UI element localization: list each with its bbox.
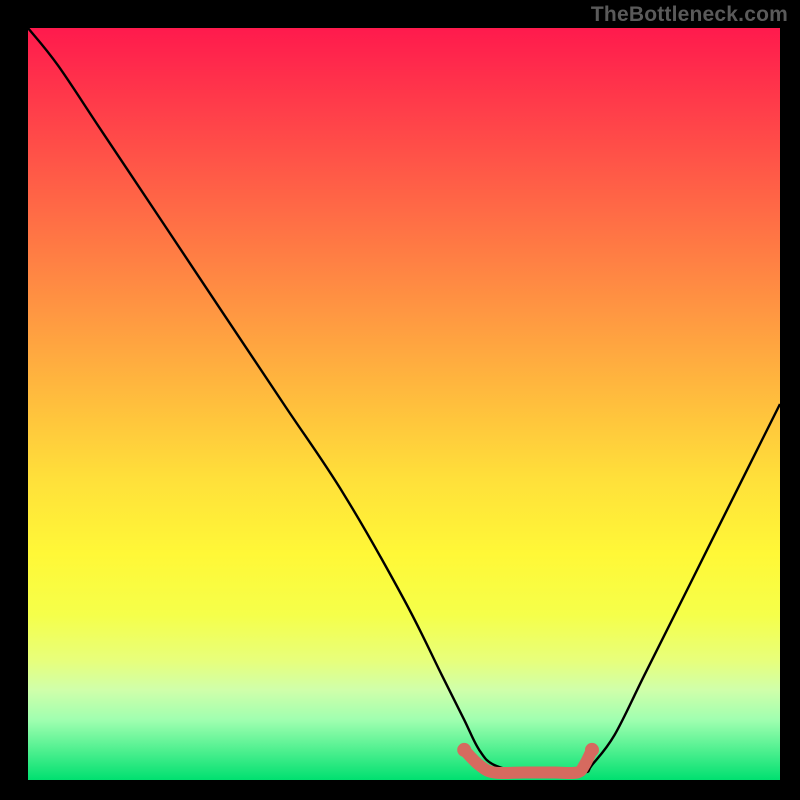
plot-area [28,28,780,780]
bottleneck-curve [28,28,780,773]
watermark-text: TheBottleneck.com [591,3,788,27]
chart-container: TheBottleneck.com [0,0,800,800]
chart-svg [28,28,780,780]
highlight-dot-right [585,743,599,757]
highlight-dot-left [457,743,471,757]
highlight-band [464,750,592,773]
